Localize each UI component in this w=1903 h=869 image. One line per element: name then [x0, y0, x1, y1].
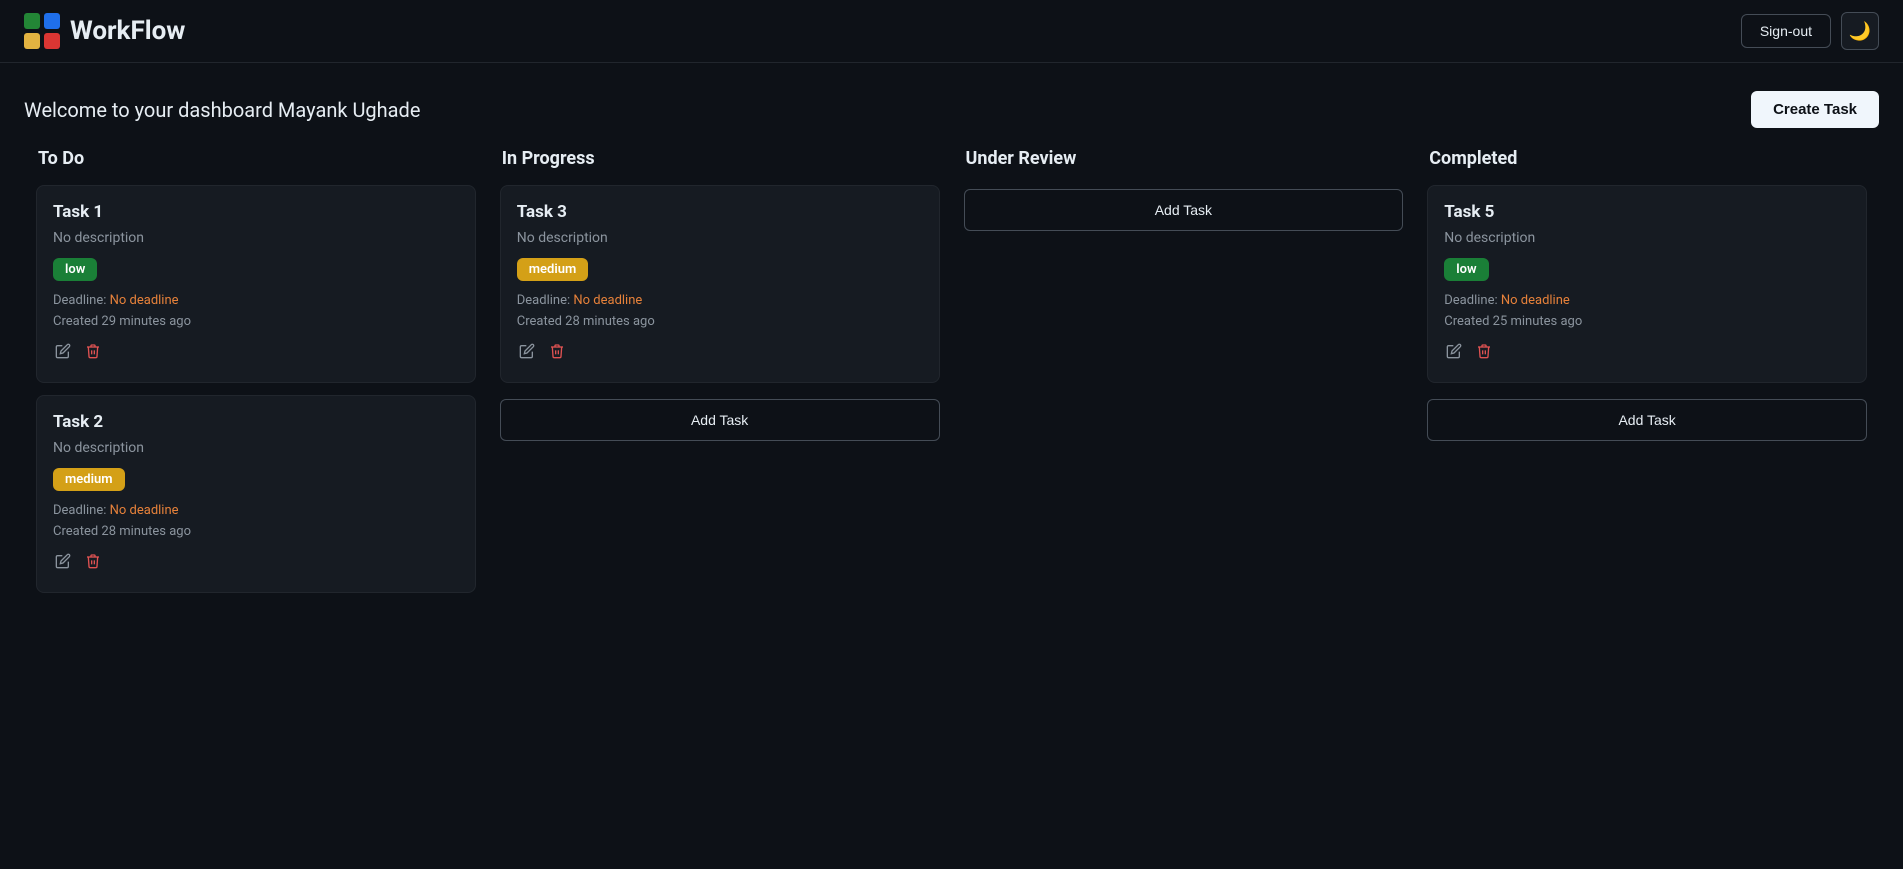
- task-description-task1: No description: [53, 230, 459, 246]
- edit-task-button-task1[interactable]: [53, 341, 73, 366]
- delete-task-button-task1[interactable]: [83, 341, 103, 366]
- task-board: To Do Task 1 No description low Deadline: No…: [0, 148, 1903, 629]
- deadline-value-task3: No deadline: [573, 293, 642, 308]
- deadline-value-task2: No deadline: [110, 503, 179, 518]
- task-description-task3: No description: [517, 230, 923, 246]
- create-task-button[interactable]: Create Task: [1751, 91, 1879, 128]
- add-task-button-inprogress[interactable]: Add Task: [500, 399, 940, 441]
- priority-badge-task5: low: [1444, 258, 1488, 281]
- delete-task-button-task3[interactable]: [547, 341, 567, 366]
- task-title-task3: Task 3: [517, 202, 923, 222]
- priority-badge-task1: low: [53, 258, 97, 281]
- logo-icon: [24, 13, 60, 49]
- welcome-text: Welcome to your dashboard Mayank Ughade: [24, 98, 420, 122]
- task-card-task5: Task 5 No description low Deadline: No dead…: [1427, 185, 1867, 383]
- column-title-todo: To Do: [36, 148, 476, 169]
- add-task-button-top-underreview[interactable]: Add Task: [964, 189, 1404, 231]
- task-deadline-task2: Deadline: No deadline: [53, 503, 459, 518]
- deadline-value-task1: No deadline: [110, 293, 179, 308]
- task-actions-task1: [53, 341, 459, 366]
- logo-text: WorkFlow: [70, 16, 185, 46]
- task-deadline-task5: Deadline: No deadline: [1444, 293, 1850, 308]
- logo-area: WorkFlow: [24, 13, 185, 49]
- add-task-button-completed[interactable]: Add Task: [1427, 399, 1867, 441]
- column-inprogress: In Progress Task 3 No description medium Dea…: [488, 148, 952, 605]
- task-created-task2: Created 28 minutes ago: [53, 524, 459, 539]
- priority-badge-task2: medium: [53, 468, 125, 491]
- task-title-task1: Task 1: [53, 202, 459, 222]
- edit-task-button-task2[interactable]: [53, 551, 73, 576]
- column-underreview: Under Review Add Task: [952, 148, 1416, 605]
- priority-badge-task3: medium: [517, 258, 589, 281]
- task-card-task3: Task 3 No description medium Deadline: No d…: [500, 185, 940, 383]
- task-description-task5: No description: [1444, 230, 1850, 246]
- app-header: WorkFlow Sign-out 🌙: [0, 0, 1903, 63]
- task-title-task5: Task 5: [1444, 202, 1850, 222]
- edit-task-button-task5[interactable]: [1444, 341, 1464, 366]
- welcome-bar: Welcome to your dashboard Mayank Ughade …: [0, 63, 1903, 148]
- task-created-task3: Created 28 minutes ago: [517, 314, 923, 329]
- edit-task-button-task3[interactable]: [517, 341, 537, 366]
- delete-task-button-task5[interactable]: [1474, 341, 1494, 366]
- task-created-task1: Created 29 minutes ago: [53, 314, 459, 329]
- task-deadline-task3: Deadline: No deadline: [517, 293, 923, 308]
- column-todo: To Do Task 1 No description low Deadline: No…: [24, 148, 488, 605]
- task-card-task2: Task 2 No description medium Deadline: No d…: [36, 395, 476, 593]
- task-card-task1: Task 1 No description low Deadline: No dead…: [36, 185, 476, 383]
- theme-toggle-button[interactable]: 🌙: [1841, 12, 1879, 50]
- sign-out-button[interactable]: Sign-out: [1741, 14, 1831, 48]
- column-completed: Completed Task 5 No description low Deadline…: [1415, 148, 1879, 605]
- header-actions: Sign-out 🌙: [1741, 12, 1879, 50]
- task-deadline-task1: Deadline: No deadline: [53, 293, 459, 308]
- column-title-completed: Completed: [1427, 148, 1867, 169]
- delete-task-button-task2[interactable]: [83, 551, 103, 576]
- task-created-task5: Created 25 minutes ago: [1444, 314, 1850, 329]
- task-actions-task2: [53, 551, 459, 576]
- deadline-value-task5: No deadline: [1501, 293, 1570, 308]
- column-title-inprogress: In Progress: [500, 148, 940, 169]
- task-title-task2: Task 2: [53, 412, 459, 432]
- task-actions-task5: [1444, 341, 1850, 366]
- task-actions-task3: [517, 341, 923, 366]
- column-title-underreview: Under Review: [964, 148, 1404, 169]
- task-description-task2: No description: [53, 440, 459, 456]
